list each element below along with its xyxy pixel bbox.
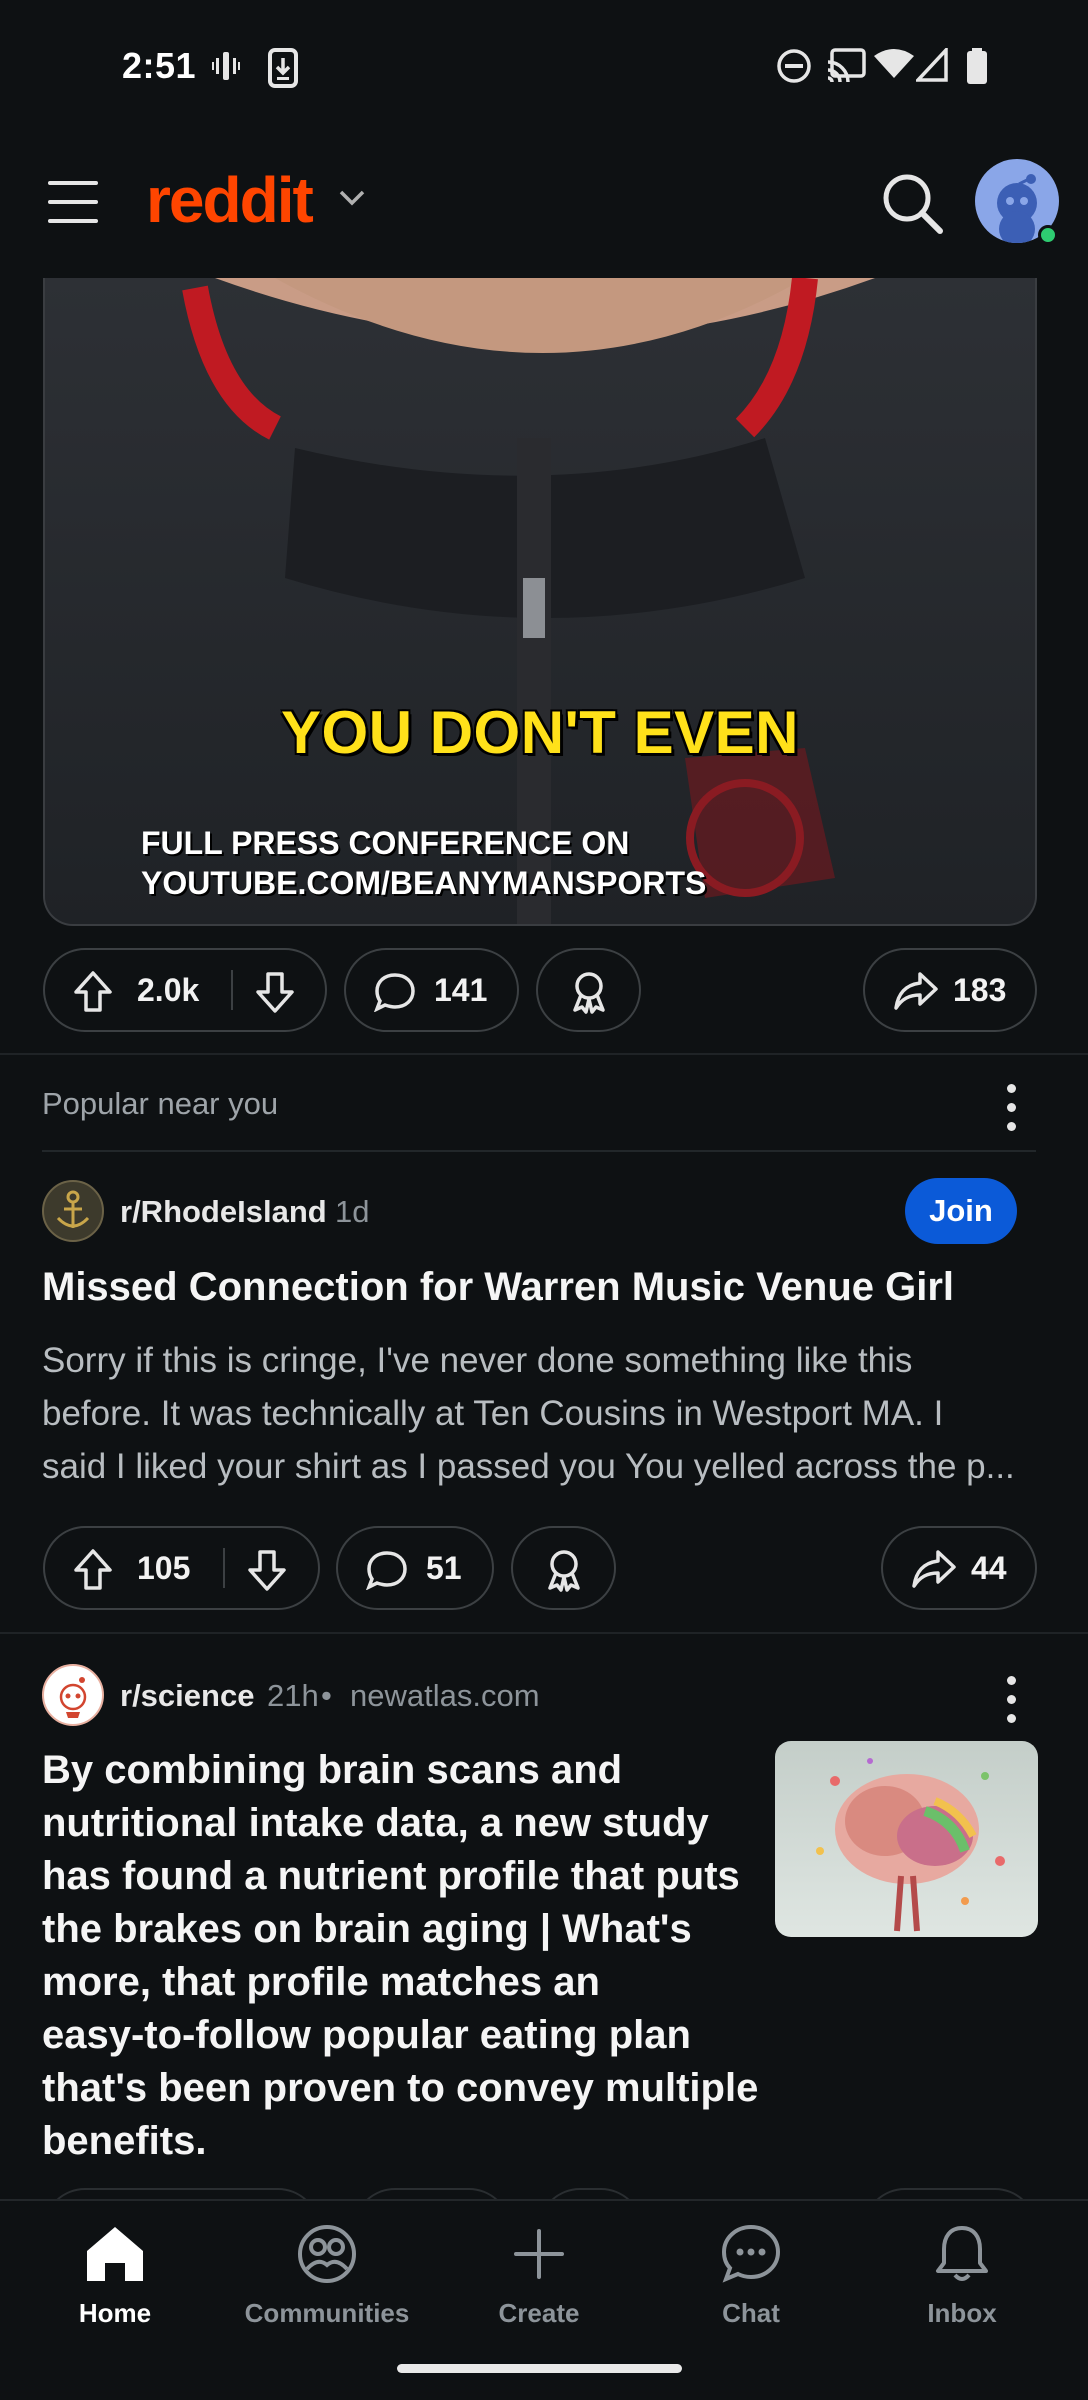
search-icon[interactable] <box>880 171 944 235</box>
battery-icon <box>967 48 987 84</box>
chat-icon <box>721 2224 781 2283</box>
do-not-disturb-icon <box>777 49 811 83</box>
reddit-logo[interactable]: reddit <box>146 163 314 237</box>
online-status-dot <box>1038 225 1058 245</box>
gesture-home-bar[interactable] <box>397 2364 682 2373</box>
post-actions: 2.0k 141 183 <box>43 948 1037 1032</box>
chevron-down-icon[interactable] <box>338 189 366 207</box>
share-button[interactable]: 183 <box>863 948 1037 1032</box>
meta-separator: • <box>321 1678 332 1713</box>
nav-home[interactable]: Home <box>25 2223 205 2329</box>
nav-inbox[interactable]: Inbox <box>872 2223 1052 2329</box>
video-subcaption: FULL PRESS CONFERENCE ON YOUTUBE.COM/BEA… <box>141 825 707 901</box>
app-header: reddit <box>0 135 1088 278</box>
cast-icon <box>827 48 866 82</box>
divider <box>0 1053 1088 1055</box>
comment-icon <box>374 973 415 1012</box>
post-body[interactable]: Sorry if this is cringe, I've never done… <box>42 1334 1042 1493</box>
downvote-icon[interactable] <box>255 970 295 1014</box>
share-button[interactable]: 44 <box>881 1526 1037 1610</box>
comment-icon <box>366 1551 407 1590</box>
award-icon <box>573 972 605 1014</box>
subreddit-name[interactable]: r/RhodeIsland <box>120 1194 327 1230</box>
snoo-scientist-icon <box>59 1677 87 1718</box>
upvote-icon[interactable] <box>73 970 113 1014</box>
subreddit-icon[interactable] <box>42 1664 104 1726</box>
status-time: 2:51 <box>122 45 197 86</box>
join-button[interactable]: Join <box>905 1178 1017 1244</box>
vibrate-icon <box>212 52 240 80</box>
vote-pill: 2.0k <box>43 948 327 1032</box>
video-caption: YOU DON'T EVEN <box>281 699 799 766</box>
nav-create[interactable]: Create <box>449 2223 629 2329</box>
award-button[interactable] <box>511 1526 616 1610</box>
bell-icon <box>936 2226 988 2281</box>
link-domain[interactable]: newatlas.com <box>350 1678 540 1714</box>
award-icon <box>548 1550 580 1592</box>
video-player[interactable]: YOU DON'T EVEN FULL PRESS CONFERENCE ON … <box>43 278 1037 926</box>
share-icon <box>894 972 938 1010</box>
share-icon <box>912 1550 956 1588</box>
post-thumbnail[interactable] <box>775 1741 1038 1937</box>
comments-button[interactable]: 51 <box>336 1526 494 1610</box>
upvote-count: 2.0k <box>137 972 200 1008</box>
subreddit-name[interactable]: r/science <box>120 1678 254 1714</box>
award-button[interactable] <box>536 948 641 1032</box>
communities-icon <box>298 2225 356 2283</box>
nav-communities[interactable]: Communities <box>237 2223 417 2329</box>
divider <box>42 1150 1036 1152</box>
signal-icon <box>916 48 948 82</box>
upvote-icon[interactable] <box>73 1548 113 1592</box>
menu-icon[interactable] <box>48 181 98 223</box>
download-icon <box>268 48 298 88</box>
post-actions: 105 51 44 <box>43 1526 1037 1610</box>
brain-illustration-image <box>816 1758 1005 1932</box>
share-count: 183 <box>953 972 1007 1008</box>
post-title[interactable]: By combining brain scans and nutritional… <box>42 1744 762 2168</box>
post-age: 21h <box>267 1678 319 1713</box>
vote-pill: 105 <box>43 1526 320 1610</box>
comment-count: 141 <box>434 972 488 1008</box>
divider <box>0 1632 1088 1634</box>
section-label: Popular near you <box>42 1086 279 1121</box>
plus-icon <box>514 2229 564 2279</box>
nav-chat[interactable]: Chat <box>661 2223 841 2329</box>
more-options-icon[interactable] <box>1005 1676 1017 1733</box>
post-title[interactable]: Missed Connection for Warren Music Venue… <box>42 1265 954 1310</box>
more-options-icon[interactable] <box>1005 1084 1017 1141</box>
comment-count: 51 <box>426 1550 462 1586</box>
home-icon <box>87 2227 143 2281</box>
wifi-icon <box>874 49 914 78</box>
post-age: 1d <box>335 1194 370 1229</box>
comments-button[interactable]: 141 <box>344 948 519 1032</box>
status-bar: 2:51 <box>0 0 1088 135</box>
downvote-icon[interactable] <box>247 1548 287 1592</box>
upvote-count: 105 <box>137 1550 191 1586</box>
subreddit-icon[interactable] <box>42 1180 104 1242</box>
anchor-icon <box>56 1190 90 1228</box>
share-count: 44 <box>971 1550 1007 1586</box>
